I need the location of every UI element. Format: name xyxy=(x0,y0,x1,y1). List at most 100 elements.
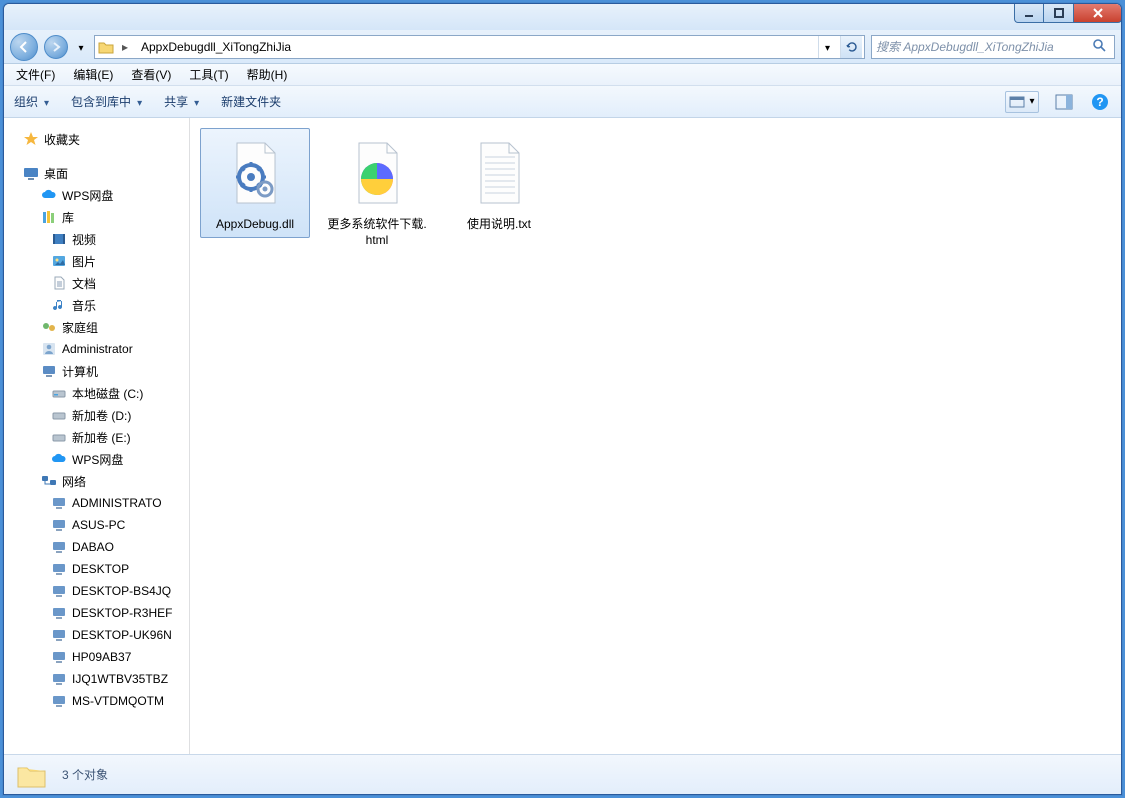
nav-history-dropdown[interactable] xyxy=(74,33,88,61)
close-icon xyxy=(1091,7,1105,19)
tree-music[interactable]: 音乐 xyxy=(4,294,189,316)
tree-network-computer[interactable]: ADMINISTRATO xyxy=(4,492,189,514)
view-mode-button[interactable] xyxy=(1005,91,1039,113)
share-label: 共享 xyxy=(164,93,188,110)
new-folder-label: 新建文件夹 xyxy=(221,93,281,110)
tree-computer[interactable]: 计算机 xyxy=(4,360,189,382)
network-pc-icon xyxy=(50,692,68,710)
tree-network-computer[interactable]: DESKTOP-BS4JQ xyxy=(4,580,189,602)
include-label: 包含到库中 xyxy=(71,93,131,110)
tree-network-computer[interactable]: MS-VTDMQOTM xyxy=(4,690,189,712)
chevron-down-icon xyxy=(44,95,49,109)
tree-drive-e[interactable]: 新加卷 (E:) xyxy=(4,426,189,448)
network-pc-icon xyxy=(50,670,68,688)
address-bar[interactable]: ▸ AppxDebugdll_XiTongZhiJia xyxy=(94,35,865,59)
tree-label: MS-VTDMQOTM xyxy=(72,694,164,708)
drive-icon xyxy=(50,406,68,424)
help-button[interactable]: ? xyxy=(1089,91,1111,113)
file-item[interactable]: AppxDebug.dll xyxy=(200,128,310,238)
tree-network[interactable]: 网络 xyxy=(4,470,189,492)
minimize-button[interactable] xyxy=(1014,3,1044,23)
organize-button[interactable]: 组织 xyxy=(14,93,49,110)
maximize-button[interactable] xyxy=(1044,3,1074,23)
tree-network-computer[interactable]: ASUS-PC xyxy=(4,514,189,536)
refresh-button[interactable] xyxy=(840,36,862,58)
preview-pane-button[interactable] xyxy=(1053,91,1075,113)
tree-label: 视频 xyxy=(72,231,96,248)
file-item[interactable]: 使用说明.txt xyxy=(444,128,554,238)
back-button[interactable] xyxy=(10,33,38,61)
new-folder-button[interactable]: 新建文件夹 xyxy=(221,93,281,110)
folder-icon xyxy=(14,758,48,792)
file-type-icon xyxy=(454,133,544,213)
tree-wps[interactable]: WPS网盘 xyxy=(4,184,189,206)
menu-file[interactable]: 文件(F) xyxy=(8,64,63,85)
chevron-down-icon xyxy=(78,40,83,54)
music-icon xyxy=(50,296,68,314)
forward-button[interactable] xyxy=(44,35,68,59)
tree-homegroup[interactable]: 家庭组 xyxy=(4,316,189,338)
search-placeholder: 搜索 AppxDebugdll_XiTongZhiJia xyxy=(876,38,1092,55)
tree-documents[interactable]: 文档 xyxy=(4,272,189,294)
address-dropdown[interactable] xyxy=(818,36,836,58)
tree-wps2[interactable]: WPS网盘 xyxy=(4,448,189,470)
tree-libraries[interactable]: 库 xyxy=(4,206,189,228)
share-button[interactable]: 共享 xyxy=(164,93,199,110)
tree-label: 收藏夹 xyxy=(44,131,80,148)
tree-label: DESKTOP-R3HEF xyxy=(72,606,172,620)
file-name-label: 使用说明.txt xyxy=(467,213,531,233)
user-icon xyxy=(40,340,58,358)
tree-pictures[interactable]: 图片 xyxy=(4,250,189,272)
toolbar-right: ? xyxy=(1005,91,1111,113)
tree-network-computer[interactable]: DABAO xyxy=(4,536,189,558)
chevron-down-icon xyxy=(194,95,199,109)
menu-edit[interactable]: 编辑(E) xyxy=(65,64,121,85)
maximize-icon xyxy=(1053,7,1065,19)
search-box[interactable]: 搜索 AppxDebugdll_XiTongZhiJia xyxy=(871,35,1115,59)
tree-drive-d[interactable]: 新加卷 (D:) xyxy=(4,404,189,426)
tree-network-computer[interactable]: DESKTOP-UK96N xyxy=(4,624,189,646)
menu-help[interactable]: 帮助(H) xyxy=(239,64,296,85)
tree-label: DABAO xyxy=(72,540,114,554)
computer-icon xyxy=(40,362,58,380)
tree-label: ADMINISTRATO xyxy=(72,496,162,510)
menu-tools[interactable]: 工具(T) xyxy=(181,64,236,85)
network-icon xyxy=(40,472,58,490)
file-list-pane[interactable]: AppxDebug.dll 更多系统软件下载.html 使用说明.txt xyxy=(190,118,1121,754)
include-in-library-button[interactable]: 包含到库中 xyxy=(71,93,142,110)
cloud-icon xyxy=(40,186,58,204)
network-pc-icon xyxy=(50,582,68,600)
cloud-icon xyxy=(50,450,68,468)
status-text: 3 个对象 xyxy=(62,766,108,783)
tree-videos[interactable]: 视频 xyxy=(4,228,189,250)
tree-label: 音乐 xyxy=(72,297,96,314)
tree-label: DESKTOP-BS4JQ xyxy=(72,584,171,598)
tree-favorites[interactable]: 收藏夹 xyxy=(4,128,189,150)
file-item[interactable]: 更多系统软件下载.html xyxy=(322,128,432,253)
network-pc-icon xyxy=(50,626,68,644)
file-name-label: AppxDebug.dll xyxy=(216,213,294,233)
tree-label: IJQ1WTBV35TBZ xyxy=(72,672,168,686)
close-button[interactable] xyxy=(1074,3,1122,23)
tree-label: 库 xyxy=(62,209,74,226)
chevron-down-icon xyxy=(137,95,142,109)
tree-network-computer[interactable]: HP09AB37 xyxy=(4,646,189,668)
tree-network-computer[interactable]: DESKTOP xyxy=(4,558,189,580)
breadcrumb-folder[interactable]: AppxDebugdll_XiTongZhiJia xyxy=(135,36,297,58)
tree-desktop[interactable]: 桌面 xyxy=(4,162,189,184)
navigation-pane: 收藏夹 桌面 WPS网盘 库 视频 图片 xyxy=(4,118,190,754)
desktop-icon xyxy=(22,164,40,182)
homegroup-icon xyxy=(40,318,58,336)
tree-network-computer[interactable]: IJQ1WTBV35TBZ xyxy=(4,668,189,690)
file-type-icon xyxy=(210,133,300,213)
breadcrumb-separator[interactable]: ▸ xyxy=(119,40,131,54)
network-pc-icon xyxy=(50,560,68,578)
minimize-icon xyxy=(1023,7,1035,19)
tree-drive-c[interactable]: 本地磁盘 (C:) xyxy=(4,382,189,404)
tree-administrator[interactable]: Administrator xyxy=(4,338,189,360)
menu-view[interactable]: 查看(V) xyxy=(123,64,179,85)
network-pc-icon xyxy=(50,604,68,622)
tree-label: 家庭组 xyxy=(62,319,98,336)
tree-network-computer[interactable]: DESKTOP-R3HEF xyxy=(4,602,189,624)
tree-label: HP09AB37 xyxy=(72,650,131,664)
